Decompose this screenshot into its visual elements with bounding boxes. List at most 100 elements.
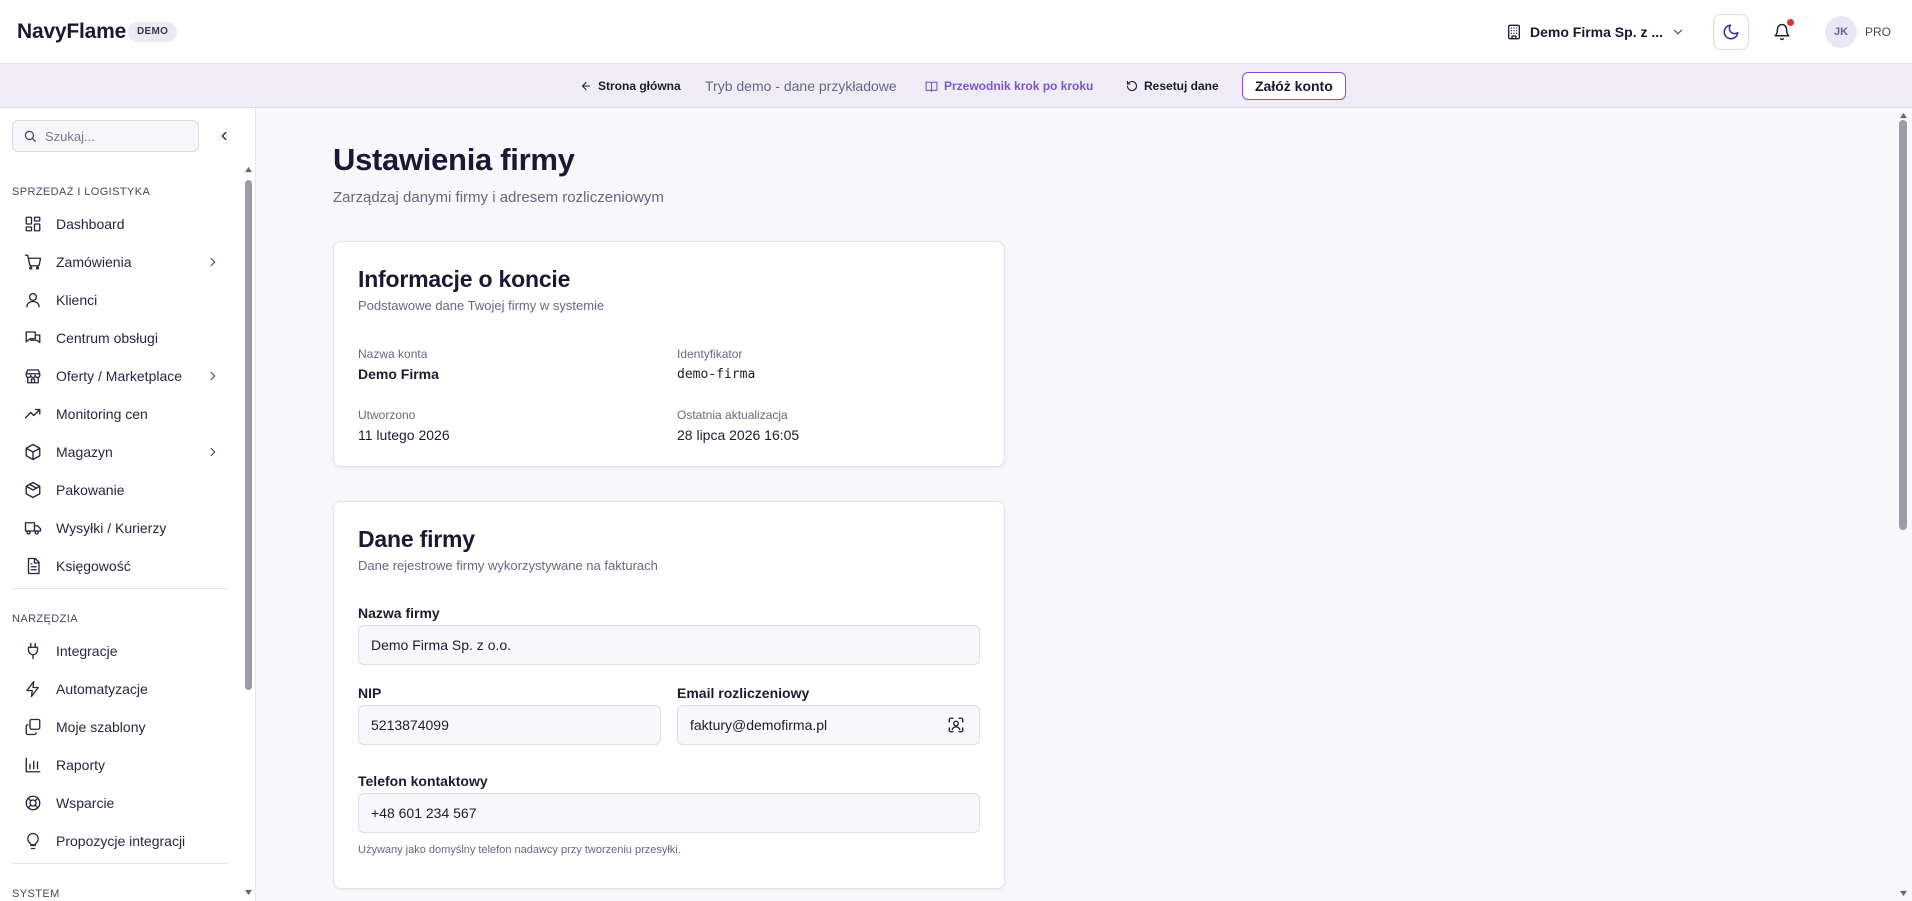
chevron-right-icon [206, 445, 220, 459]
card-description: Dane rejestrowe firmy wykorzystywane na … [358, 558, 658, 573]
sidebar-item-shipping[interactable]: Wysyłki / Kurierzy [12, 512, 228, 544]
sidebar-item-label: Wysyłki / Kurierzy [56, 520, 167, 536]
scroll-down-arrow[interactable] [244, 889, 253, 896]
lightbulb-icon [24, 832, 42, 850]
account-name-label: Nazwa konta [358, 347, 428, 361]
plan-label: PRO [1865, 25, 1892, 39]
sidebar-item-label: Wsparcie [56, 795, 115, 811]
create-account-button[interactable]: Załóż konto [1242, 72, 1346, 100]
sidebar-scrollbar-thumb[interactable] [245, 180, 252, 690]
sidebar-item-support[interactable]: Wsparcie [12, 787, 228, 819]
guide-link-label: Przewodnik krok po kroku [944, 79, 1094, 93]
billing-email-field[interactable] [677, 705, 980, 745]
sidebar-divider [12, 863, 228, 864]
sidebar-item-label: Oferty / Marketplace [56, 368, 183, 384]
dashboard-icon [24, 215, 42, 233]
section-title-system: SYSTEM [12, 888, 60, 900]
identifier-value: demo-firma [677, 367, 756, 382]
sidebar-item-label: Monitoring cen [56, 406, 148, 422]
reset-icon [1126, 80, 1138, 92]
moon-icon [1722, 23, 1740, 41]
sidebar-item-packing[interactable]: Pakowanie [12, 474, 228, 506]
chevron-right-icon [206, 255, 220, 269]
main-scroll-up-arrow[interactable] [1899, 112, 1908, 119]
sidebar-item-label: Pakowanie [56, 482, 125, 498]
card-description: Podstawowe dane Twojej firmy w systemie [358, 298, 605, 313]
sidebar-item-service-center[interactable]: Centrum obsługi [12, 322, 228, 354]
top-header: NavyFlame DEMO Demo Firma Sp. z ... JK P… [0, 0, 1912, 64]
sidebar-item-label: Zamówienia [56, 254, 132, 270]
sidebar-item-clients[interactable]: Klienci [12, 284, 228, 316]
company-switcher[interactable]: Demo Firma Sp. z ... [1506, 18, 1685, 46]
company-data-card: Dane firmy Dane rejestrowe firmy wykorzy… [333, 501, 1005, 889]
sidebar-item-accounting[interactable]: Księgowość [12, 550, 228, 582]
nip-label: NIP [358, 685, 382, 701]
sidebar-item-warehouse[interactable]: Magazyn [12, 436, 228, 468]
account-name-value: Demo Firma [358, 366, 439, 382]
sidebar-item-templates[interactable]: Moje szablony [12, 711, 228, 743]
sidebar-item-integration-proposals[interactable]: Propozycje integracji [12, 825, 228, 857]
user-avatar[interactable]: JK [1825, 16, 1857, 48]
scroll-up-arrow[interactable] [244, 166, 253, 173]
billing-email-label: Email rozliczeniowy [677, 685, 810, 701]
brand-logo[interactable]: NavyFlame [17, 20, 126, 44]
main-scrollbar-thumb[interactable] [1899, 120, 1907, 530]
home-link-label: Strona główna [598, 79, 681, 93]
card-title: Informacje o koncie [358, 266, 571, 292]
phone-field[interactable] [358, 793, 980, 833]
package-icon [24, 443, 42, 461]
main-content: Ustawienia firmy Zarządzaj danymi firmy … [257, 108, 1912, 901]
sidebar-item-label: Księgowość [56, 558, 131, 574]
notification-dot [1787, 19, 1794, 26]
collapse-sidebar-button[interactable] [214, 126, 234, 146]
book-icon [925, 80, 938, 93]
nip-field[interactable] [358, 705, 661, 745]
sidebar-item-label: Integracje [56, 643, 118, 659]
sidebar-item-integrations[interactable]: Integracje [12, 635, 228, 667]
guide-link[interactable]: Przewodnik krok po kroku [925, 64, 1093, 108]
home-link[interactable]: Strona główna [580, 64, 681, 108]
sidebar-item-label: Raporty [56, 757, 106, 773]
demo-mode-text: Tryb demo - dane przykładowe [705, 78, 897, 94]
company-name: Demo Firma Sp. z ... [1530, 24, 1664, 40]
search-icon [23, 129, 37, 143]
sidebar-item-label: Magazyn [56, 444, 113, 460]
sidebar-item-price-monitoring[interactable]: Monitoring cen [12, 398, 228, 430]
page-title: Ustawienia firmy [333, 142, 575, 177]
billing-email-wrapper [677, 705, 980, 745]
chat-icon [24, 329, 42, 347]
notifications-button[interactable] [1766, 16, 1798, 48]
contact-autofill-icon[interactable] [947, 716, 965, 734]
sidebar-item-label: Automatyzacje [56, 681, 148, 697]
reset-label: Resetuj dane [1144, 79, 1219, 93]
identifier-label: Identyfikator [677, 347, 743, 361]
card-title: Dane firmy [358, 526, 475, 552]
box-icon [24, 481, 42, 499]
phone-hint: Używany jako domyślny telefon nadawcy pr… [358, 844, 681, 856]
templates-icon [24, 718, 42, 736]
updated-value: 28 lipca 2026 16:05 [677, 427, 800, 443]
user-icon [24, 291, 42, 309]
sidebar-item-orders[interactable]: Zamówienia [12, 246, 228, 278]
phone-label: Telefon kontaktowy [358, 773, 488, 789]
updated-label: Ostatnia aktualizacja [677, 408, 788, 422]
reset-data-button[interactable]: Resetuj dane [1126, 64, 1219, 108]
lifebuoy-icon [24, 794, 42, 812]
sidebar-item-label: Dashboard [56, 216, 125, 232]
sidebar-item-dashboard[interactable]: Dashboard [12, 208, 228, 240]
search-input[interactable] [45, 128, 185, 144]
sidebar-item-offers[interactable]: Oferty / Marketplace [12, 360, 228, 392]
chevron-down-icon [1671, 25, 1685, 39]
main-scroll-down-arrow[interactable] [1899, 890, 1908, 897]
chevron-left-icon [217, 129, 231, 143]
sidebar-item-label: Moje szablony [56, 719, 146, 735]
account-info-card: Informacje o koncie Podstawowe dane Twoj… [333, 241, 1005, 467]
section-title-sales: SPRZEDAŻ I LOGISTYKA [12, 186, 151, 198]
created-label: Utworzono [358, 408, 416, 422]
theme-toggle-button[interactable] [1713, 14, 1749, 50]
sidebar-item-reports[interactable]: Raporty [12, 749, 228, 781]
sidebar-item-automations[interactable]: Automatyzacje [12, 673, 228, 705]
company-name-field[interactable] [358, 625, 980, 665]
demo-badge: DEMO [128, 22, 178, 42]
arrow-left-icon [580, 80, 592, 92]
